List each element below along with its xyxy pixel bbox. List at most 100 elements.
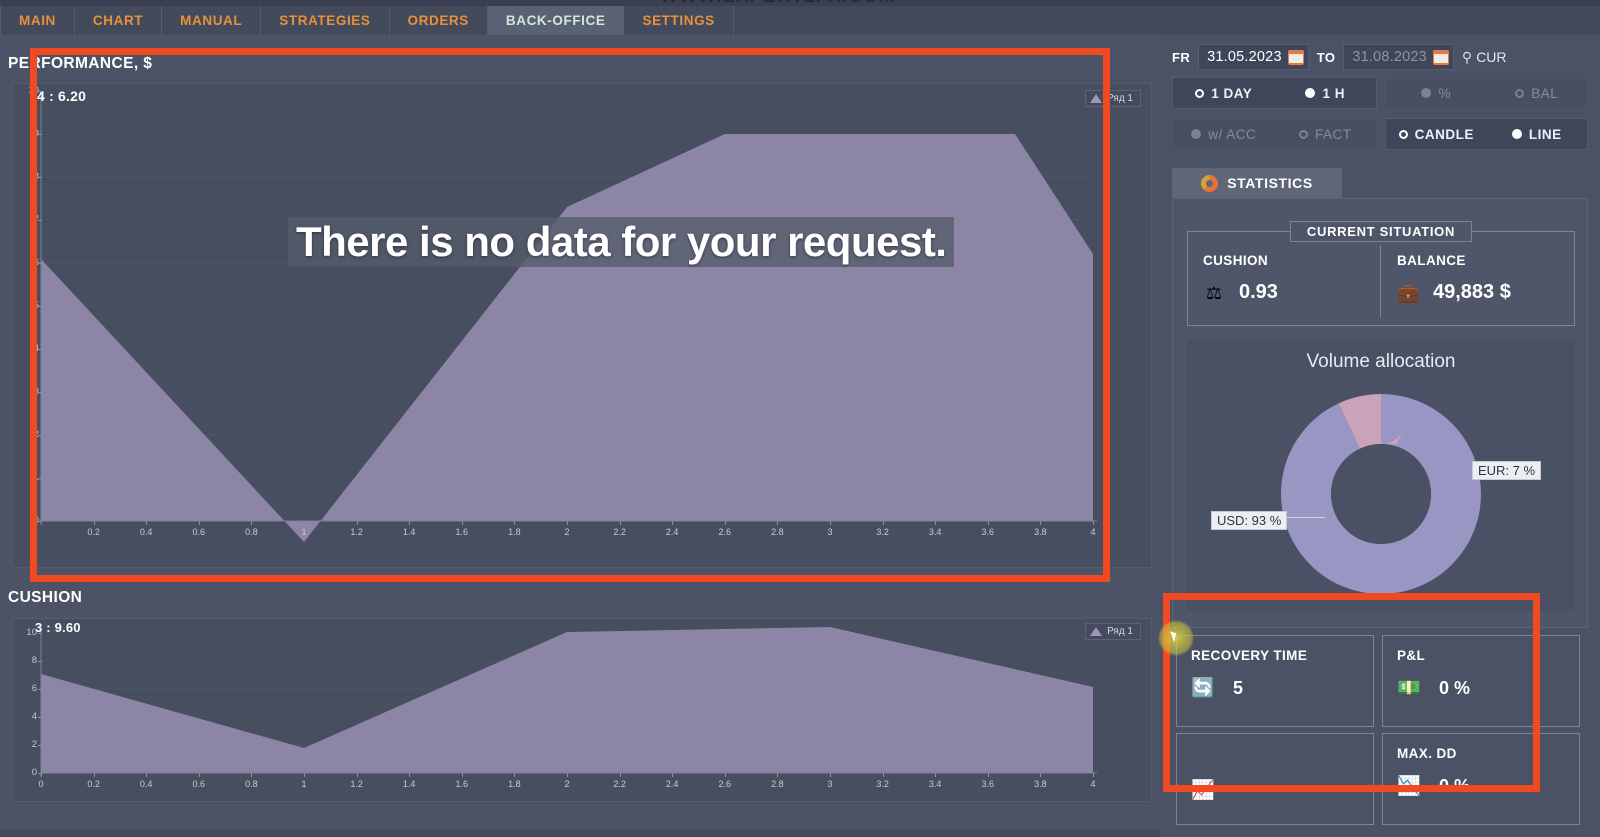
x-tick: [987, 521, 989, 525]
x-tick-label: 0: [38, 779, 44, 789]
x-tick: [619, 773, 621, 777]
x-tick-label: 0.6: [192, 527, 206, 537]
x-tick: [146, 773, 148, 777]
current-situation-title: CURRENT SITUATION: [1306, 224, 1456, 239]
style-option-line[interactable]: LINE: [1487, 119, 1588, 149]
statistics-panel: CURRENT SITUATION CUSHION ⚖ 0.93 BALANCE…: [1172, 198, 1588, 628]
nav-tab-label: CHART: [92, 13, 144, 28]
cushion-legend-label: Ряд 1: [1107, 626, 1133, 637]
x-tick-label: 2: [564, 779, 570, 789]
metric-recovery-time-value: 5: [1233, 678, 1244, 698]
nav-tab-back-office[interactable]: BACK-OFFICE: [487, 6, 625, 35]
app-root: WWW.EXPERT2FX.COM MAINCHARTMANUALSTRATEG…: [0, 0, 1600, 837]
x-tick-label: 2: [564, 527, 570, 537]
x-tick: [146, 521, 148, 525]
x-tick-label: 2.8: [771, 779, 784, 789]
x-tick-label: 0.2: [87, 527, 100, 537]
trend-chart-icon: 📈: [1191, 780, 1215, 801]
account-option-fact[interactable]: FACT: [1275, 119, 1377, 149]
cushion-legend[interactable]: Ряд 1: [1085, 623, 1141, 640]
right-panel: FR 31.05.2023 TO 31.08.2023 ⚲ CUR 1 DAY: [1160, 35, 1600, 837]
x-tick: [619, 521, 621, 525]
chart-style-selector[interactable]: CANDLE LINE: [1385, 118, 1588, 150]
currency-icon: ⚲: [1461, 48, 1473, 65]
cushion-chart-title: CUSHION: [8, 589, 83, 606]
x-tick-label: 1: [301, 527, 307, 537]
from-date-value: 31.05.2023: [1207, 49, 1282, 65]
nav-tab-main[interactable]: MAIN: [0, 6, 75, 35]
x-tick-label: 3.2: [876, 779, 889, 789]
from-date-field[interactable]: 31.05.2023: [1198, 44, 1309, 70]
to-date-field[interactable]: 31.08.2023: [1343, 44, 1454, 70]
nav-tab-chart[interactable]: CHART: [75, 6, 163, 35]
x-tick: [830, 521, 831, 525]
account-option-wacc[interactable]: w/ ACC: [1173, 119, 1275, 149]
legend-marker-icon: [1090, 627, 1103, 636]
metric-recovery-time-label: RECOVERY TIME: [1191, 648, 1308, 663]
metric-max-dd: MAX. DD 📉 0 %: [1382, 733, 1580, 825]
nav-tab-strategies[interactable]: STRATEGIES: [261, 6, 390, 35]
value-mode-selector[interactable]: % BAL: [1385, 77, 1588, 109]
nav-tab-manual[interactable]: MANUAL: [162, 6, 262, 35]
balance-metric-value: 49,883 $: [1433, 281, 1511, 303]
donut-svg: [1281, 394, 1481, 594]
radio-unselected-icon: [1191, 129, 1202, 139]
x-tick: [198, 521, 200, 525]
x-tick-label: 3.8: [1034, 779, 1047, 789]
radio-selected-icon: [1515, 88, 1525, 98]
x-tick: [409, 521, 411, 525]
x-tick: [514, 773, 516, 777]
nav-tab-orders[interactable]: ORDERS: [390, 6, 488, 35]
radio-unselected-icon: [1421, 88, 1432, 98]
x-tick-label: 0.4: [139, 779, 153, 789]
nav-tab-label: MANUAL: [180, 13, 243, 28]
x-tick: [93, 773, 95, 777]
x-tick-label: 1: [301, 779, 307, 789]
account-mode-selector[interactable]: w/ ACC FACT: [1172, 118, 1377, 150]
period-option-1day[interactable]: 1 DAY: [1173, 78, 1275, 108]
performance-chart[interactable]: 4 : 6.20 0 1 2 3 4 5 6 7 8 9 10 0.2 0.4 0.6 0.8 1 1.2 1.…: [12, 83, 1152, 568]
period-selector[interactable]: 1 DAY 1 H: [1172, 77, 1377, 109]
x-tick: [724, 773, 726, 777]
calendar-icon[interactable]: [1432, 49, 1449, 65]
metrics-grid: RECOVERY TIME 🔄 5 P&L 💵 0 % 📈 MAX. DD 📉 …: [1176, 635, 1586, 825]
x-tick: [304, 521, 305, 525]
nav-tab-label: SETTINGS: [642, 13, 715, 28]
x-tick-label: 0.8: [245, 527, 258, 537]
radio-unselected-icon: [1511, 129, 1522, 139]
calendar-icon[interactable]: [1287, 49, 1304, 65]
performance-legend[interactable]: Ряд 1: [1085, 90, 1141, 107]
mode-option-bal[interactable]: BAL: [1487, 78, 1588, 108]
mode-option-percent[interactable]: %: [1386, 78, 1487, 108]
style-option-candle[interactable]: CANDLE: [1386, 119, 1487, 149]
to-label: TO: [1316, 49, 1336, 65]
volume-allocation-donut[interactable]: [1281, 394, 1481, 599]
metric-max-dd-value: 0 %: [1439, 776, 1471, 796]
cushion-metric-value: 0.93: [1239, 281, 1278, 303]
refresh-icon: 🔄: [1191, 678, 1215, 699]
x-tick-label: 3.6: [981, 527, 995, 537]
x-tick: [251, 773, 253, 777]
performance-chart-title: PERFORMANCE, $: [8, 55, 153, 72]
x-tick: [935, 773, 937, 777]
radio-unselected-icon: [1305, 88, 1316, 98]
drawdown-icon: 📉: [1397, 776, 1421, 797]
tab-statistics[interactable]: STATISTICS: [1172, 168, 1342, 198]
radio-selected-icon: [1298, 129, 1308, 139]
period-option-1day-label: 1 DAY: [1211, 85, 1253, 101]
cushion-chart[interactable]: 3 : 9.60 0 2 4 6 8 10 0 0.2 0.4 0.6 0.8 1 1.2 1.4 1.6…: [12, 618, 1152, 802]
tab-statistics-label: STATISTICS: [1227, 175, 1313, 191]
cushion-metric: CUSHION ⚖ 0.93: [1203, 253, 1278, 304]
x-tick: [93, 521, 95, 525]
nav-tab-settings[interactable]: SETTINGS: [624, 6, 734, 35]
x-tick-label: 1.4: [402, 527, 416, 537]
x-tick-label: 1.2: [350, 779, 363, 789]
period-option-1h[interactable]: 1 H: [1275, 78, 1377, 108]
cushion-x-axis: 0 0.2 0.4 0.6 0.8 1 1.2 1.4 1.6 1.8 2 2.2 2.4 2.6 2.8 3…: [13, 619, 1151, 801]
account-option-wacc-label: w/ ACC: [1208, 126, 1257, 142]
currency-toggle[interactable]: ⚲ CUR: [1462, 49, 1507, 66]
x-tick-label: 4: [1090, 527, 1096, 537]
x-tick: [1093, 773, 1094, 777]
x-tick-label: 3.4: [928, 527, 942, 537]
x-tick-label: 0.8: [245, 779, 258, 789]
